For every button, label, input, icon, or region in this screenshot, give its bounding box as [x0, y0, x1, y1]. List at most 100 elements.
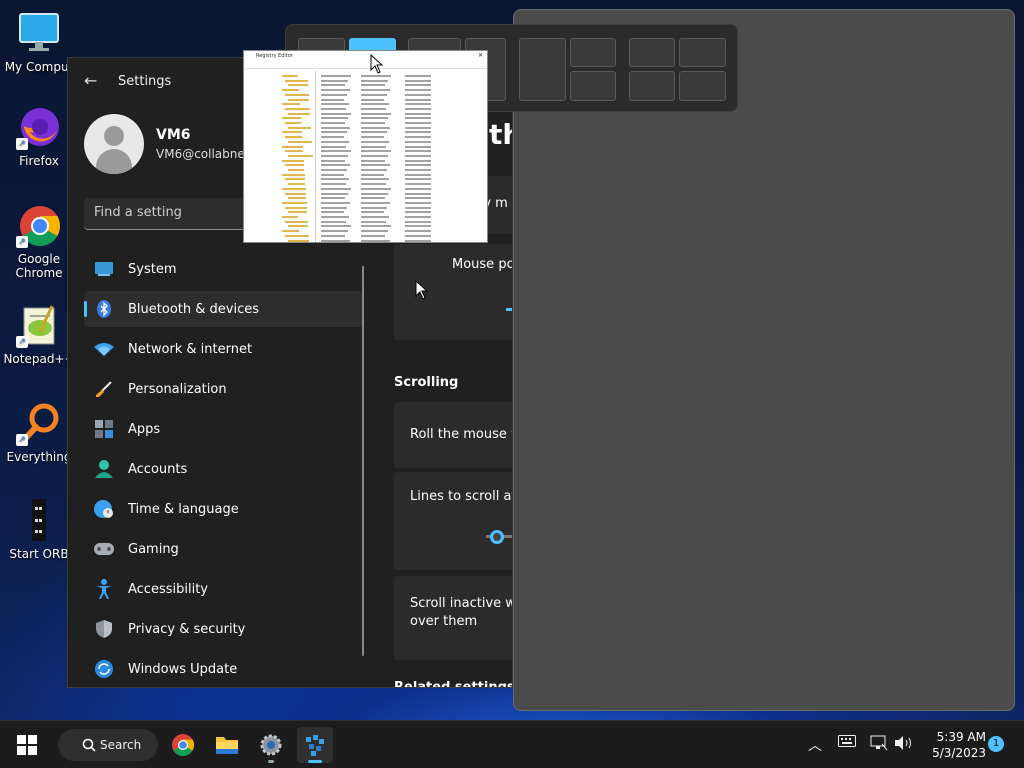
thumbnail-value-cell — [361, 75, 391, 77]
profile-name: VM6 — [156, 127, 191, 143]
lines-slider-thumb[interactable] — [490, 530, 504, 544]
settings-nav: System Bluetooth & devices Network & int… — [84, 251, 364, 687]
thumbnail-value-cell — [405, 230, 431, 233]
desktop-icon-start-orb[interactable]: Start ORB — [2, 497, 76, 561]
setting-card-text: Mouse po — [452, 257, 513, 272]
thumbnail-tree-row — [288, 98, 309, 101]
thumbnail-value-cell — [405, 84, 431, 87]
thumbnail-value-cell — [405, 220, 431, 223]
shortcut-arrow-icon: ↗ — [16, 336, 28, 348]
volume-icon[interactable] — [894, 735, 914, 755]
thumbnail-value-cell — [321, 89, 350, 92]
apps-icon — [94, 419, 114, 439]
thumbnail-value-cell — [321, 79, 348, 82]
thumbnail-value-cell — [405, 140, 431, 143]
thumbnail-tree-row — [282, 117, 301, 120]
thumbnail-value-cell — [405, 154, 431, 157]
keyboard-icon[interactable] — [838, 735, 856, 751]
nav-item-bluetooth-devices[interactable]: Bluetooth & devices — [84, 291, 364, 327]
thumbnail-value-cell — [405, 178, 431, 181]
thumbnail-value-cell — [361, 216, 389, 218]
thumbnail-value-cell — [405, 79, 431, 82]
snap-zone-top-right[interactable] — [570, 38, 616, 67]
thumbnail-value-cell — [361, 89, 390, 92]
show-hidden-icons-chevron-icon[interactable]: ︿ — [808, 735, 822, 755]
snap-zone-main-left[interactable] — [519, 38, 566, 101]
nav-item-time-language[interactable]: Time & language — [84, 491, 364, 527]
snap-zone-quad-br[interactable] — [679, 71, 726, 101]
notification-badge[interactable]: 1 — [988, 736, 1004, 752]
thumbnail-value-cell — [361, 192, 388, 195]
nav-item-gaming[interactable]: Gaming — [84, 531, 364, 567]
thumbnail-tree-row — [285, 178, 305, 181]
thumbnail-value-cell — [361, 103, 389, 106]
nav-item-system[interactable]: System — [84, 251, 364, 287]
thumbnail-value-cell — [361, 117, 388, 120]
thumbnail-tree-row — [282, 145, 303, 148]
snap-zone-bottom-right[interactable] — [570, 71, 616, 101]
snap-zone-quad-tr[interactable] — [679, 38, 726, 67]
shortcut-arrow-icon: ↗ — [16, 434, 28, 446]
thumbnail-value-cell — [361, 183, 386, 186]
user-profile[interactable]: VM6 VM6@collabnet. — [84, 114, 253, 174]
thumbnail-values-pane — [317, 71, 487, 242]
thumbnail-value-cell — [405, 107, 431, 110]
nav-item-windows-update[interactable]: Windows Update — [84, 651, 364, 687]
chrome-icon: ↗ — [16, 202, 62, 248]
nav-item-label: System — [128, 261, 177, 277]
thumbnail-tree-row — [285, 136, 302, 139]
back-arrow-icon[interactable]: ← — [84, 73, 100, 89]
section-scrolling: Scrolling — [394, 375, 459, 390]
network-icon[interactable] — [870, 735, 888, 755]
setting-card-mouse-pointer-speed[interactable]: Mouse po — [394, 244, 513, 340]
thumbnail-value-cell — [321, 169, 347, 171]
desktop-icon-everything[interactable]: ↗ Everything — [2, 400, 76, 464]
thumbnail-value-cell — [321, 107, 346, 110]
nav-item-network[interactable]: Network & internet — [84, 331, 364, 367]
setting-card-scroll-inactive[interactable]: Scroll inactive wi over them — [394, 576, 512, 660]
thumbnail-value-cell — [361, 136, 384, 139]
thumbnail-value-cell — [361, 169, 387, 171]
thumbnail-title: Registry Editor — [256, 53, 293, 59]
desktop-icon-label: Everything — [6, 450, 72, 464]
nav-item-label: Accessibility — [128, 581, 208, 597]
taskbar-registry-editor[interactable] — [297, 727, 333, 763]
nav-item-accessibility[interactable]: Accessibility — [84, 571, 364, 607]
start-button[interactable] — [8, 727, 46, 763]
nav-item-privacy-security[interactable]: Privacy & security — [84, 611, 364, 647]
thumbnail-tree-row — [285, 164, 304, 167]
slider-track[interactable] — [506, 308, 512, 311]
paintbrush-icon — [94, 379, 114, 399]
thumbnail-value-cell — [321, 211, 344, 214]
desktop-icon-firefox[interactable]: ↗ Firefox — [2, 104, 76, 168]
taskbar-settings[interactable] — [253, 727, 289, 763]
nav-item-accounts[interactable]: Accounts — [84, 451, 364, 487]
thumbnail-tree-row — [288, 154, 313, 157]
taskbar-chrome[interactable] — [165, 727, 201, 763]
thumbnail-value-cell — [405, 225, 431, 228]
taskbar-search-button[interactable]: Search — [58, 729, 158, 761]
thumbnail-tree-row — [282, 103, 300, 106]
desktop-icon-chrome[interactable]: ↗ Google Chrome — [2, 202, 76, 280]
windows-logo-icon — [17, 735, 37, 755]
desktop-icon-notepadpp[interactable]: ↗ Notepad++ — [2, 302, 76, 366]
taskbar-file-explorer[interactable] — [209, 727, 245, 763]
thumbnail-close-icon: ✕ — [477, 52, 483, 59]
setting-card-roll-mouse[interactable]: Roll the mouse w — [394, 402, 512, 468]
thumbnail-value-cell — [361, 145, 386, 148]
nav-scrollbar[interactable] — [362, 266, 364, 656]
thumbnail-value-cell — [361, 239, 390, 242]
monitor-icon — [16, 10, 62, 56]
nav-item-apps[interactable]: Apps — [84, 411, 364, 447]
desktop-icon-label: My Comput — [4, 60, 74, 74]
snap-zone-quad-tl[interactable] — [629, 38, 675, 67]
thumbnail-value-cell — [321, 201, 350, 204]
setting-card-text: over them — [410, 614, 478, 629]
folder-icon — [216, 737, 238, 754]
nav-item-personalization[interactable]: Personalization — [84, 371, 364, 407]
registry-editor-thumbnail[interactable]: Registry Editor ✕ — [243, 50, 488, 243]
desktop-icon-my-computer[interactable]: My Comput — [2, 10, 76, 74]
setting-card-lines-to-scroll[interactable]: Lines to scroll at — [394, 472, 512, 570]
system-clock[interactable]: 5:39 AM 5/3/2023 — [924, 729, 986, 761]
snap-zone-quad-bl[interactable] — [629, 71, 675, 101]
